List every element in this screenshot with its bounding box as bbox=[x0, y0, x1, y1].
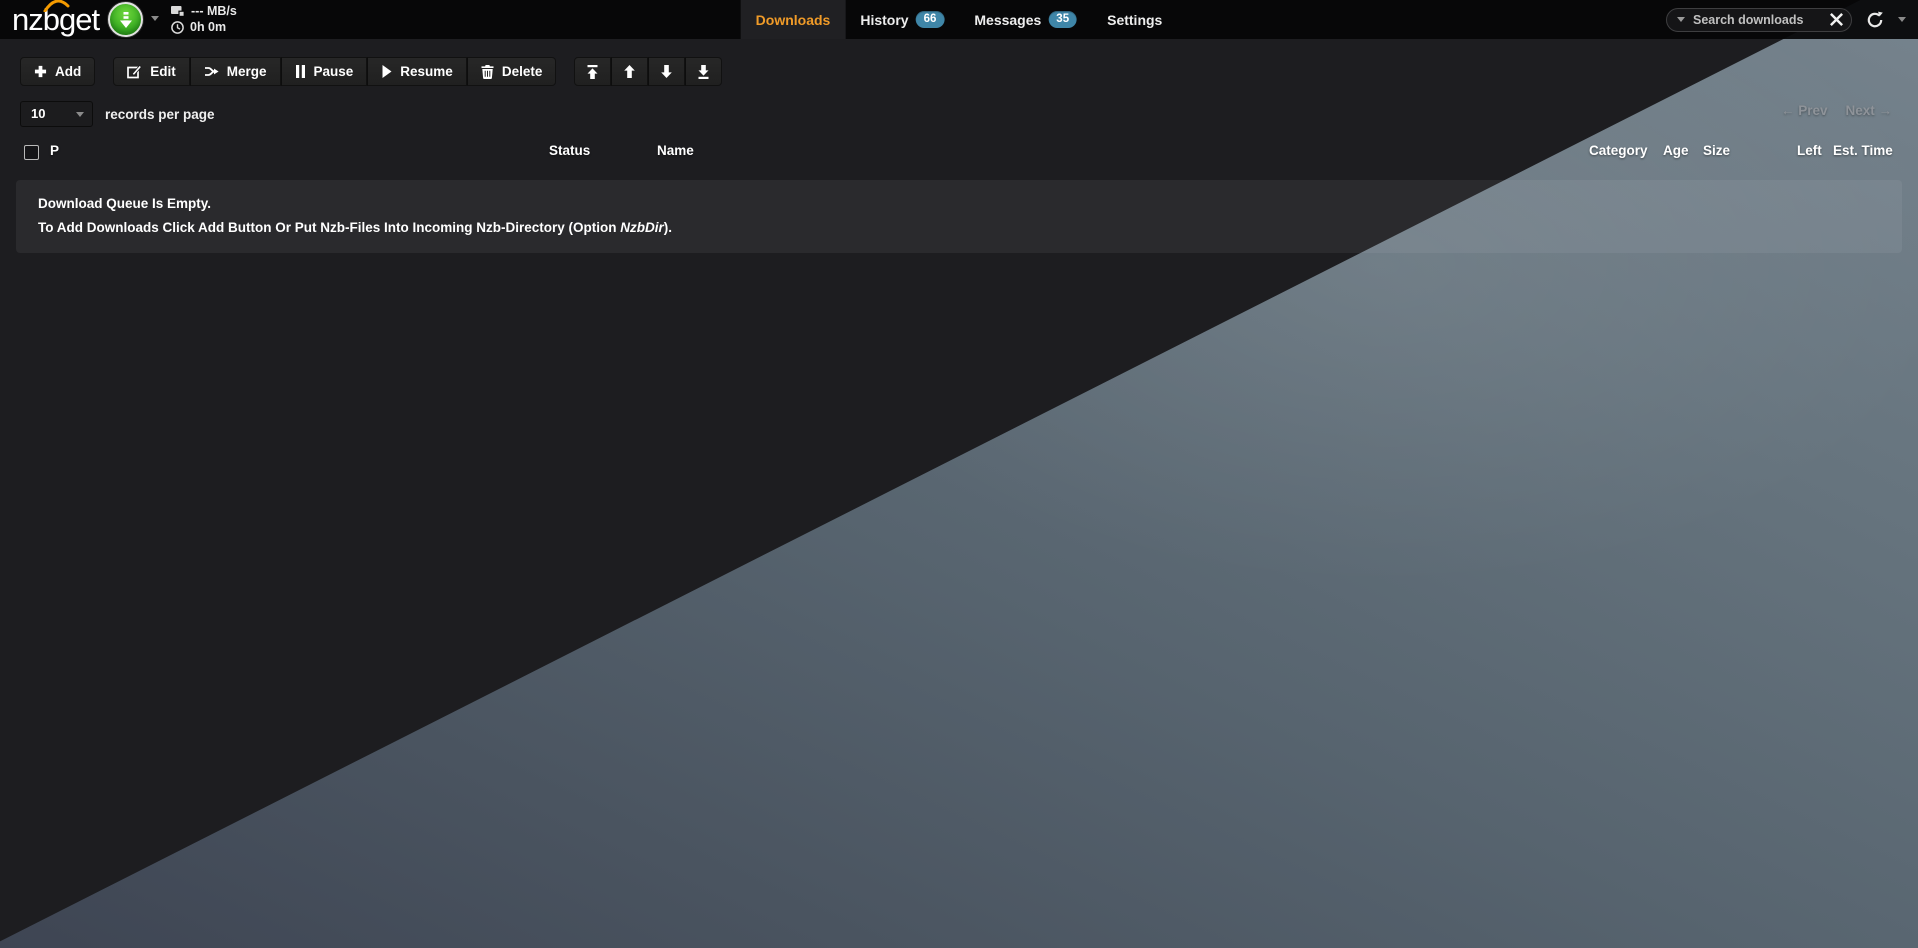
status-box: --- MB/s 0h 0m bbox=[171, 3, 237, 35]
refresh-button[interactable] bbox=[1866, 11, 1884, 29]
col-left: Left bbox=[1797, 143, 1822, 158]
empty-hint-suffix: ). bbox=[664, 220, 672, 235]
delete-button[interactable]: Delete bbox=[467, 57, 557, 86]
col-priority: P bbox=[50, 143, 59, 158]
queue-toolbar: Add Edit Merge bbox=[20, 57, 1918, 86]
empty-hint-option: NzbDir bbox=[620, 220, 664, 235]
move-down-button[interactable] bbox=[648, 57, 685, 86]
clock-icon bbox=[171, 21, 184, 34]
search-input[interactable] bbox=[1693, 13, 1822, 27]
search-filter-caret-icon[interactable] bbox=[1677, 17, 1685, 22]
move-actions-group bbox=[574, 57, 722, 86]
tab-messages-label: Messages bbox=[974, 12, 1041, 28]
select-caret-icon bbox=[76, 112, 84, 117]
tab-messages[interactable]: Messages 35 bbox=[959, 0, 1092, 39]
move-to-bottom-button[interactable] bbox=[685, 57, 722, 86]
next-page-link[interactable]: Next → bbox=[1845, 103, 1892, 118]
edit-button-label: Edit bbox=[150, 64, 176, 79]
uptime-status: 0h 0m bbox=[171, 19, 237, 35]
arrow-down-bar-icon bbox=[697, 65, 710, 79]
move-up-button[interactable] bbox=[611, 57, 648, 86]
merge-button[interactable]: Merge bbox=[190, 57, 281, 86]
tab-downloads-label: Downloads bbox=[756, 12, 831, 28]
pause-button[interactable]: Pause bbox=[281, 57, 368, 86]
resume-button[interactable]: Resume bbox=[367, 57, 467, 86]
tab-downloads[interactable]: Downloads bbox=[741, 0, 846, 39]
uptime-value: 0h 0m bbox=[190, 20, 226, 34]
messages-count-badge: 35 bbox=[1048, 11, 1077, 28]
play-icon bbox=[381, 65, 392, 78]
move-to-top-button[interactable] bbox=[574, 57, 611, 86]
plus-icon bbox=[34, 65, 47, 78]
add-button-label: Add bbox=[55, 64, 81, 79]
pagination: ← Prev Next → bbox=[1781, 103, 1892, 118]
empty-hint-prefix: To Add Downloads Click Add Button Or Put… bbox=[38, 220, 620, 235]
tab-history-label: History bbox=[860, 12, 908, 28]
edit-button[interactable]: Edit bbox=[113, 57, 190, 86]
queue-table-header: P Status Name Category Age Size Left Est… bbox=[0, 143, 1918, 167]
arrow-up-bar-icon bbox=[586, 65, 599, 79]
col-status: Status bbox=[549, 143, 590, 158]
queue-menu-caret-icon[interactable] bbox=[151, 16, 159, 21]
trash-icon bbox=[481, 65, 494, 79]
records-per-page-value: 10 bbox=[31, 106, 45, 121]
arrow-down-icon bbox=[660, 65, 673, 78]
tab-history[interactable]: History 66 bbox=[845, 0, 959, 39]
empty-queue-title: Download Queue Is Empty. bbox=[38, 196, 1880, 211]
refresh-menu-caret-icon[interactable] bbox=[1898, 17, 1906, 22]
top-right-controls bbox=[1666, 0, 1906, 39]
speed-value: --- MB/s bbox=[191, 4, 237, 18]
arrow-up-icon bbox=[623, 65, 636, 78]
app-logo: nzbget bbox=[12, 1, 99, 38]
records-per-page-select[interactable]: 10 bbox=[20, 101, 93, 127]
tab-settings-label: Settings bbox=[1107, 12, 1162, 28]
main-nav: Downloads History 66 Messages 35 Setting… bbox=[741, 0, 1178, 39]
logo-arc-icon bbox=[43, 0, 70, 12]
top-bar: nzbget bbox=[0, 0, 1918, 39]
tab-settings[interactable]: Settings bbox=[1092, 0, 1177, 39]
list-controls-row: 10 records per page ← Prev Next → bbox=[20, 101, 1918, 127]
pencil-square-icon bbox=[127, 64, 142, 79]
select-all-checkbox[interactable] bbox=[24, 145, 39, 160]
nzbget-app: nzbget bbox=[0, 0, 1918, 948]
search-box bbox=[1666, 8, 1852, 32]
queue-play-pause-button[interactable] bbox=[108, 2, 143, 37]
merge-arrows-icon bbox=[204, 65, 219, 78]
pause-button-label: Pause bbox=[314, 64, 354, 79]
speed-status: --- MB/s bbox=[171, 3, 237, 19]
col-name: Name bbox=[657, 143, 694, 158]
merge-button-label: Merge bbox=[227, 64, 267, 79]
add-button[interactable]: Add bbox=[20, 57, 95, 86]
records-per-page-label: records per page bbox=[105, 107, 215, 122]
prev-page-link[interactable]: ← Prev bbox=[1781, 103, 1828, 118]
pause-icon bbox=[295, 65, 306, 78]
col-est-time: Est. Time bbox=[1833, 143, 1893, 158]
empty-queue-panel: Download Queue Is Empty. To Add Download… bbox=[16, 180, 1902, 253]
search-clear-button[interactable] bbox=[1830, 13, 1843, 26]
empty-queue-hint: To Add Downloads Click Add Button Or Put… bbox=[38, 220, 1880, 235]
col-category: Category bbox=[1589, 143, 1648, 158]
col-age: Age bbox=[1663, 143, 1689, 158]
drive-icon bbox=[171, 5, 185, 17]
edit-actions-group: Edit Merge Pause bbox=[113, 57, 556, 86]
col-size: Size bbox=[1703, 143, 1730, 158]
history-count-badge: 66 bbox=[916, 11, 945, 28]
download-arrow-icon bbox=[119, 11, 133, 29]
delete-button-label: Delete bbox=[502, 64, 543, 79]
resume-button-label: Resume bbox=[400, 64, 453, 79]
